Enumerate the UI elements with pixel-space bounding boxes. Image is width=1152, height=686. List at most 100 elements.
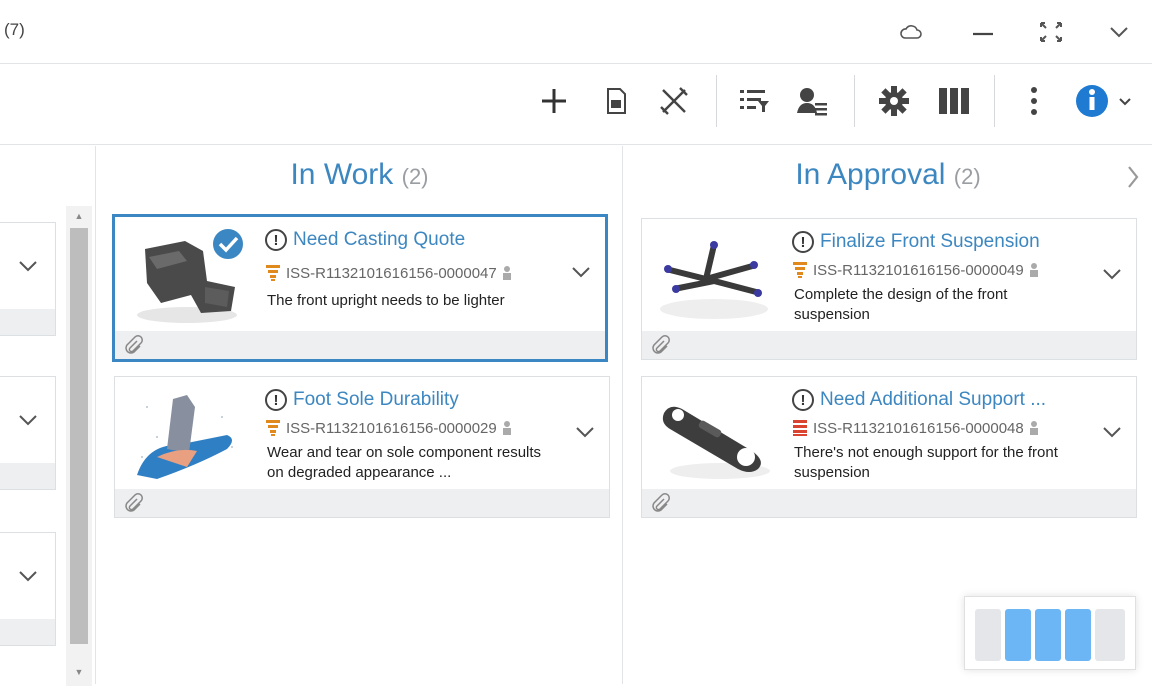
column-partial-left: ▲ ▼ — [0, 146, 96, 686]
column-in-work: In Work (2) ! Need Casting Quote ISS-R11… — [97, 146, 623, 684]
title-count: (7) — [4, 20, 25, 39]
issue-title-text[interactable]: Need Casting Quote — [293, 229, 465, 251]
chevron-down-icon[interactable] — [1102, 425, 1122, 443]
column-count: (2) — [953, 164, 981, 189]
check-icon[interactable] — [211, 227, 245, 266]
card-footer — [0, 309, 55, 335]
paperclip-icon[interactable] — [123, 493, 143, 518]
exclamation-icon: ! — [265, 389, 287, 411]
assignee-icon — [502, 421, 511, 435]
chevron-down-icon[interactable] — [18, 413, 38, 431]
issue-description: Complete the design of the front suspens… — [794, 286, 1008, 323]
minimap-column-active[interactable] — [1005, 609, 1031, 661]
issue-description: Wear and tear on sole component results … — [267, 444, 542, 481]
chevron-right-icon[interactable] — [1126, 164, 1140, 195]
minimap-column[interactable] — [1095, 609, 1125, 661]
column-count: (2) — [401, 164, 429, 189]
more-icon[interactable] — [1014, 81, 1054, 121]
export-icon[interactable] — [596, 81, 636, 121]
toolbar-separator — [854, 75, 855, 127]
issue-card[interactable]: ! Need Casting Quote ISS-R1132101616156-… — [112, 214, 608, 362]
tools-icon[interactable] — [654, 81, 694, 121]
column-header[interactable]: In Work (2) — [97, 158, 622, 192]
chevron-down-icon[interactable] — [575, 425, 595, 443]
issue-description: The front upright needs to be lighter — [267, 292, 505, 309]
fullscreen-icon[interactable] — [1036, 18, 1066, 46]
vertical-scrollbar[interactable]: ▲ ▼ — [66, 206, 92, 686]
card-footer — [115, 489, 609, 517]
toolbar — [0, 65, 1152, 145]
minimap-column-active[interactable] — [1035, 609, 1061, 661]
card-footer — [115, 331, 605, 359]
chevron-down-icon[interactable] — [1104, 18, 1134, 46]
chevron-down-icon[interactable] — [18, 259, 38, 277]
card-partial[interactable] — [0, 532, 56, 646]
settings-icon[interactable] — [874, 81, 914, 121]
exclamation-icon: ! — [265, 229, 287, 251]
minimap-column[interactable] — [975, 609, 1001, 661]
chevron-down-icon[interactable] — [18, 569, 38, 587]
column-title: In Approval — [795, 158, 946, 191]
scroll-down-icon[interactable]: ▼ — [66, 662, 92, 682]
paperclip-icon[interactable] — [650, 335, 670, 360]
scroll-thumb[interactable] — [70, 228, 88, 644]
card-footer — [0, 619, 55, 645]
assignee-icon — [502, 266, 511, 280]
cloud-icon[interactable] — [896, 18, 926, 46]
kanban-board: ▲ ▼ In Work (2) ! Need Casting Quote ISS… — [0, 146, 1152, 686]
issue-id-text: ISS-R1132101616156-0000048 — [813, 419, 1024, 437]
add-icon[interactable] — [534, 81, 574, 121]
issue-id-text: ISS-R1132101616156-0000029 — [286, 419, 497, 437]
priority-medium-icon — [266, 265, 280, 281]
minimize-icon[interactable] — [968, 18, 998, 46]
part-thumbnail — [127, 387, 247, 487]
card-footer — [0, 463, 55, 489]
assignee-icon — [1029, 421, 1038, 435]
issue-title[interactable]: ! Need Casting Quote — [265, 229, 465, 251]
toolbar-separator — [716, 75, 717, 127]
issue-id-text: ISS-R1132101616156-0000049 — [813, 261, 1024, 279]
column-header[interactable]: In Approval (2) — [624, 158, 1152, 192]
issue-id-text: ISS-R1132101616156-0000047 — [286, 264, 497, 282]
issue-id: ISS-R1132101616156-0000048 — [792, 419, 1039, 437]
title-bar: (7) — [0, 0, 1152, 64]
issue-title[interactable]: ! Finalize Front Suspension — [792, 231, 1040, 253]
issue-title[interactable]: ! Foot Sole Durability — [265, 389, 459, 411]
part-thumbnail — [654, 229, 774, 329]
part-thumbnail — [654, 387, 774, 487]
scroll-up-icon[interactable]: ▲ — [66, 206, 92, 226]
board-minimap[interactable] — [964, 596, 1136, 670]
info-icon[interactable] — [1072, 81, 1136, 121]
paperclip-icon[interactable] — [650, 493, 670, 518]
priority-high-icon — [793, 420, 807, 436]
chevron-down-icon[interactable] — [571, 265, 591, 283]
issue-description: There's not enough support for the front… — [794, 444, 1058, 481]
card-partial[interactable] — [0, 376, 56, 490]
assignee-icon — [1029, 263, 1038, 277]
issue-title[interactable]: ! Need Additional Support ... — [792, 389, 1046, 411]
exclamation-icon: ! — [792, 231, 814, 253]
columns-icon[interactable] — [934, 81, 974, 121]
paperclip-icon[interactable] — [123, 335, 143, 360]
toolbar-separator — [994, 75, 995, 127]
issue-title-text[interactable]: Foot Sole Durability — [293, 389, 459, 411]
priority-medium-icon — [793, 262, 807, 278]
issue-id: ISS-R1132101616156-0000047 — [265, 264, 512, 282]
issue-title-text[interactable]: Finalize Front Suspension — [820, 231, 1040, 253]
card-footer — [642, 489, 1136, 517]
exclamation-icon: ! — [792, 389, 814, 411]
minimap-column-active[interactable] — [1065, 609, 1091, 661]
issue-id: ISS-R1132101616156-0000049 — [792, 261, 1039, 279]
issue-card[interactable]: ! Need Additional Support ... ISS-R11321… — [641, 376, 1137, 518]
card-footer — [642, 331, 1136, 359]
issue-title-text[interactable]: Need Additional Support ... — [820, 389, 1046, 411]
card-partial[interactable] — [0, 222, 56, 336]
filter-list-icon[interactable] — [734, 81, 774, 121]
owner-filter-icon[interactable] — [792, 81, 832, 121]
priority-medium-icon — [266, 420, 280, 436]
issue-id: ISS-R1132101616156-0000029 — [265, 419, 512, 437]
issue-card[interactable]: ! Foot Sole Durability ISS-R113210161615… — [114, 376, 610, 518]
chevron-down-icon[interactable] — [1102, 267, 1122, 285]
issue-card[interactable]: ! Finalize Front Suspension ISS-R1132101… — [641, 218, 1137, 360]
column-title: In Work — [290, 158, 394, 191]
